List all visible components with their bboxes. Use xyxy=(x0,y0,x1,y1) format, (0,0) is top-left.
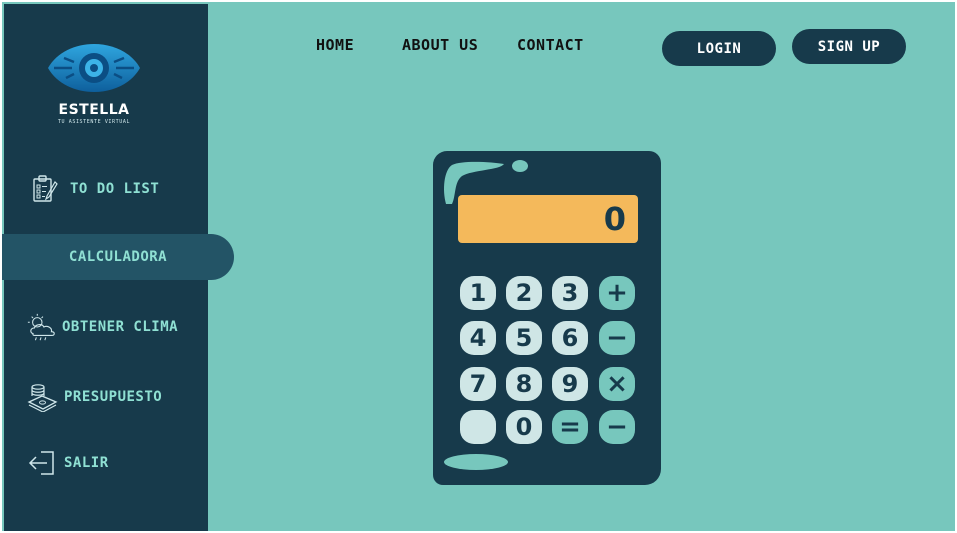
brand-name: ESTELLA xyxy=(58,102,130,118)
key-9[interactable]: 9 xyxy=(552,367,588,401)
calculator-shine-dot xyxy=(512,160,528,172)
money-stack-icon xyxy=(26,381,58,413)
key-minus-2[interactable]: − xyxy=(599,410,635,444)
sidebar: ESTELLA TU ASISTENTE VIRTUAL TO DO LIST … xyxy=(2,4,234,531)
key-0[interactable]: 0 xyxy=(506,410,542,444)
sidebar-item-label: CALCULADORA xyxy=(68,249,168,265)
calculator-shine-bottom xyxy=(444,454,508,470)
key-equals[interactable]: = xyxy=(552,410,588,444)
calculator-display: 0 xyxy=(458,195,638,243)
key-3[interactable]: 3 xyxy=(552,276,588,310)
signup-button[interactable]: SIGN UP xyxy=(792,29,906,64)
nav-link-contact[interactable]: CONTACT xyxy=(517,36,584,54)
sidebar-item-label: TO DO LIST xyxy=(70,181,160,197)
sidebar-item-salir[interactable]: SALIR xyxy=(4,440,208,486)
nav-link-about-us[interactable]: ABOUT US xyxy=(402,36,478,54)
key-multiply[interactable]: × xyxy=(599,367,635,401)
sidebar-item-label: OBTENER CLIMA xyxy=(62,319,179,335)
sidebar-item-obtener-clima[interactable]: OBTENER CLIMA xyxy=(4,304,208,350)
key-8[interactable]: 8 xyxy=(506,367,542,401)
login-button[interactable]: LOGIN xyxy=(662,31,776,66)
key-2[interactable]: 2 xyxy=(506,276,542,310)
sidebar-item-calculadora[interactable]: CALCULADORA xyxy=(2,234,234,280)
key-7[interactable]: 7 xyxy=(460,367,496,401)
app-window: ESTELLA TU ASISTENTE VIRTUAL TO DO LIST … xyxy=(0,0,957,533)
weather-cloud-icon xyxy=(26,311,58,343)
key-1[interactable]: 1 xyxy=(460,276,496,310)
eye-logo-icon xyxy=(48,44,140,92)
key-plus[interactable]: + xyxy=(599,276,635,310)
sidebar-item-label: PRESUPUESTO xyxy=(64,389,163,405)
key-minus[interactable]: − xyxy=(599,321,635,355)
logout-arrow-icon xyxy=(26,447,58,479)
sidebar-item-presupuesto[interactable]: PRESUPUESTO xyxy=(4,374,208,420)
key-5[interactable]: 5 xyxy=(506,321,542,355)
clipboard-checklist-icon xyxy=(28,173,60,205)
nav-link-home[interactable]: HOME xyxy=(316,36,354,54)
brand-tagline: TU ASISTENTE VIRTUAL xyxy=(57,119,131,125)
sidebar-item-label: SALIR xyxy=(64,455,109,471)
sidebar-item-todo-list[interactable]: TO DO LIST xyxy=(4,166,208,212)
key-4[interactable]: 4 xyxy=(460,321,496,355)
key-6[interactable]: 6 xyxy=(552,321,588,355)
key-blank[interactable] xyxy=(460,410,496,444)
calculator: 0 1 2 3 + 4 5 6 − 7 8 9 × 0 = − xyxy=(430,148,666,488)
